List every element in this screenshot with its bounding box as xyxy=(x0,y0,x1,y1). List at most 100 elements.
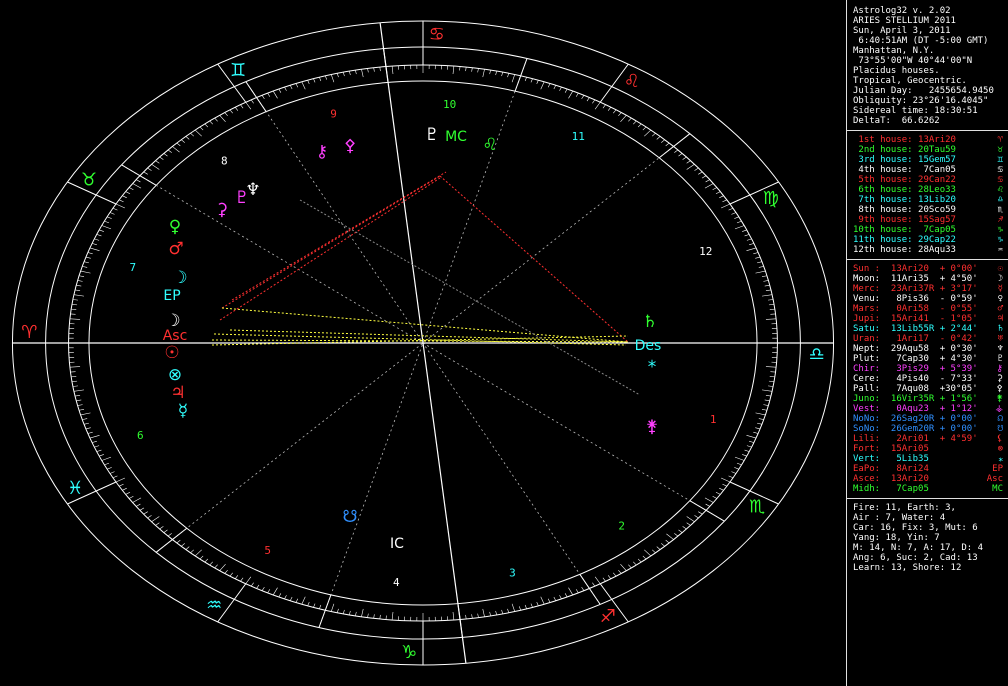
planet-row-glyph-icon: EP xyxy=(992,464,1003,474)
planet-row-text: Cere: 4Pis40 - 7°33' xyxy=(853,374,978,384)
degree-tick xyxy=(250,582,254,587)
degree-tick xyxy=(272,90,278,99)
degree-tick xyxy=(267,92,271,97)
ic-icon: IC xyxy=(390,536,404,552)
degree-tick xyxy=(85,427,91,430)
degree-tick xyxy=(107,216,112,219)
degree-tick xyxy=(452,66,455,75)
degree-tick xyxy=(129,187,134,191)
header-line: Astrolog32 v. 2.02 xyxy=(853,6,1008,16)
degree-tick xyxy=(637,558,642,563)
degree-tick xyxy=(719,487,724,491)
header-line-text: Sun, April 3, 2011 xyxy=(853,26,951,36)
jupiter-icon: ♃ xyxy=(170,383,185,403)
degree-tick xyxy=(524,604,527,609)
degree-tick xyxy=(477,613,479,618)
zodiac-sign-icon: ♑ xyxy=(401,642,417,663)
degree-tick xyxy=(744,449,750,452)
degree-tick xyxy=(715,491,721,495)
degree-tick xyxy=(489,611,491,616)
venus-icon: ♀ xyxy=(169,217,181,237)
juno-icon: ⚵ xyxy=(646,417,658,437)
degree-tick xyxy=(379,614,381,619)
degree-tick xyxy=(163,153,168,157)
planet-row-glyph-icon: ♇ xyxy=(997,354,1003,364)
planet-row-text: Merc: 23Ari37R + 3°17' xyxy=(853,284,978,294)
house-row-glyph-icon: ♋ xyxy=(997,165,1003,175)
planet-row-text: Moon: 11Ari35 + 4°50' xyxy=(853,274,978,284)
header-line-text: Obliquity: 23°26'16.4045" xyxy=(853,96,989,106)
degree-tick xyxy=(214,117,218,122)
cusp-marker xyxy=(689,500,725,522)
degree-tick xyxy=(613,109,617,114)
zodiac-sign-icon: ♉ xyxy=(81,169,97,190)
degree-tick xyxy=(746,435,757,439)
degree-tick xyxy=(136,503,141,507)
zodiac-sign-icon: ♎ xyxy=(809,344,825,365)
planet-row: Vest: 0Aqu23 + 1°12' ⚶ xyxy=(853,404,1008,414)
degree-tick xyxy=(72,299,78,301)
degree-tick xyxy=(753,252,759,255)
degree-tick xyxy=(245,102,252,110)
degree-tick xyxy=(147,515,152,519)
degree-tick xyxy=(245,576,252,584)
header-line: 6:40:51AM (DT -5:00 GMT) xyxy=(853,36,1008,46)
header-line: Obliquity: 23°26'16.4045" xyxy=(853,96,1008,106)
degree-tick xyxy=(313,78,316,83)
degree-tick xyxy=(633,561,637,566)
degree-tick xyxy=(495,610,497,616)
degree-tick xyxy=(136,179,141,183)
degree-tick xyxy=(155,522,160,526)
degree-tick xyxy=(607,575,612,579)
degree-tick xyxy=(564,593,568,598)
planet-row-glyph-icon: Asc xyxy=(986,474,1003,484)
house-row-text: 9th house: 15Sag57 xyxy=(853,215,956,225)
degree-tick xyxy=(594,576,601,584)
degree-tick xyxy=(72,385,78,387)
degree-tick xyxy=(159,526,164,530)
degree-tick xyxy=(736,462,742,466)
degree-tick xyxy=(75,289,81,292)
house-row: 5th house: 29Can22 ♋ xyxy=(853,175,1008,185)
degree-tick xyxy=(85,256,91,259)
degree-tick xyxy=(99,454,104,457)
planet-row: Plut: 7Cap30 + 4°30' ♇ xyxy=(853,354,1008,364)
degree-tick xyxy=(240,577,244,582)
planet-row-text: Midh: 7Cap05 xyxy=(853,484,929,494)
planet-row: Venu: 8Pis36 - 0°59' ♀ xyxy=(853,294,1008,304)
degree-tick xyxy=(319,77,322,82)
degree-tick xyxy=(194,129,202,137)
aspect-line xyxy=(211,335,629,346)
degree-tick xyxy=(349,70,351,76)
planet-row: Sun : 13Ari20 + 0°00' ☉ xyxy=(853,264,1008,274)
planet-row-glyph-icon: ⊗ xyxy=(997,444,1003,454)
degree-tick xyxy=(674,149,679,153)
stats-line: Fire: 11, Earth: 3, xyxy=(853,503,1008,513)
degree-tick xyxy=(524,77,527,82)
house-number: 11 xyxy=(572,130,585,143)
degree-tick xyxy=(712,495,717,499)
header-line-text: Tropical, Geocentric. xyxy=(853,76,967,86)
degree-tick xyxy=(250,99,254,104)
degree-tick xyxy=(379,67,381,72)
degree-tick xyxy=(76,399,82,402)
degree-tick xyxy=(765,318,777,320)
degree-tick xyxy=(77,404,83,406)
degree-tick xyxy=(342,72,345,77)
degree-tick xyxy=(151,164,160,170)
degree-tick xyxy=(330,74,335,83)
pallas-icon: ⚴ xyxy=(344,136,356,156)
degree-tick xyxy=(176,142,181,147)
header-line: ARIES STELLIUM 2011 xyxy=(853,16,1008,26)
degree-tick xyxy=(501,72,504,77)
degree-tick xyxy=(678,153,683,157)
degree-tick xyxy=(568,90,574,99)
degree-tick xyxy=(628,117,632,122)
planet-row-text: Lili: 2Ari01 + 4°59' xyxy=(853,434,978,444)
degree-tick xyxy=(753,431,759,434)
degree-tick xyxy=(607,107,612,111)
fortune-icon: ⊗ xyxy=(168,365,182,385)
degree-tick xyxy=(267,589,271,594)
degree-tick xyxy=(758,266,764,268)
house-number: 4 xyxy=(393,576,400,589)
